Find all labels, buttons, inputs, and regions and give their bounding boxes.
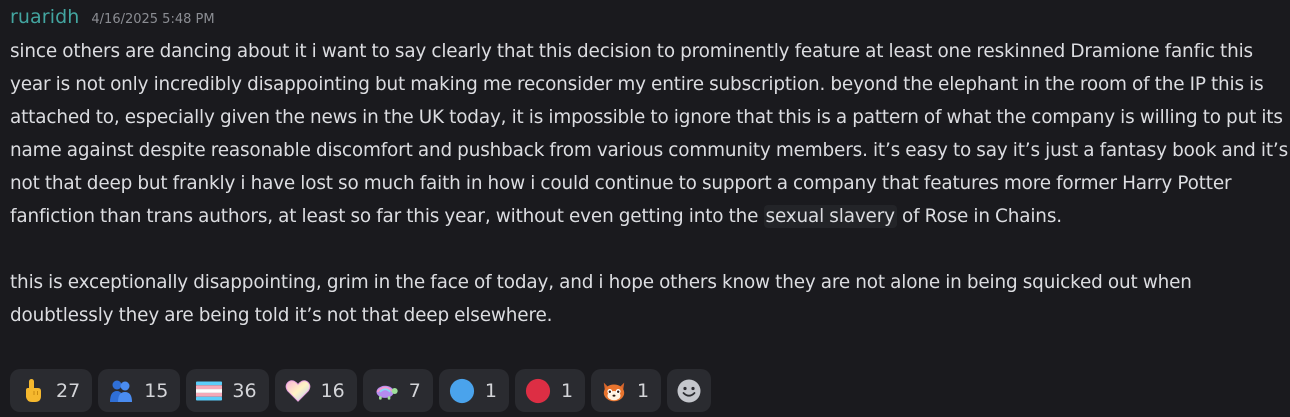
red-circle-icon: [525, 378, 551, 404]
red-panda-icon: [601, 378, 627, 404]
pointing-up-hand-icon: [20, 378, 46, 404]
reaction-pointing-up[interactable]: 27: [10, 369, 93, 412]
paragraph-text: since others are dancing about it i want…: [10, 41, 1289, 227]
people-hugging-icon: [108, 378, 134, 404]
reaction-pastel-heart[interactable]: 16: [274, 369, 357, 412]
reaction-transgender-flag[interactable]: 36: [186, 369, 269, 412]
message-header: ruaridh 4/16/2025 5:48 PM: [10, 6, 1280, 34]
reaction-red-panda[interactable]: 1: [591, 369, 662, 412]
reaction-count: 7: [408, 379, 421, 402]
blue-circle-icon: [449, 378, 475, 404]
reaction-count: 36: [232, 379, 257, 402]
message-paragraph-1: since others are dancing about it i want…: [10, 35, 1290, 233]
paragraph-text: of Rose in Chains.: [896, 206, 1062, 227]
message-paragraph-2: this is exceptionally disappointing, gri…: [10, 272, 1192, 326]
username[interactable]: ruaridh: [10, 6, 79, 28]
spoiler-text[interactable]: sexual slavery: [763, 205, 897, 228]
timestamp[interactable]: 4/16/2025 5:48 PM: [91, 12, 214, 27]
reaction-red-circle[interactable]: 1: [514, 369, 586, 412]
reaction-rainbow-turtle[interactable]: 7: [362, 369, 433, 412]
smiley-add-reaction-icon: [676, 378, 702, 404]
transgender-flag-icon: [196, 378, 223, 404]
reaction-count: 1: [637, 379, 650, 402]
add-reaction-button[interactable]: [667, 369, 712, 412]
reaction-count: 1: [484, 379, 497, 402]
chat-message: ruaridh 4/16/2025 5:48 PM since others a…: [0, 0, 1290, 417]
message-content: since others are dancing about it i want…: [10, 35, 1290, 332]
reaction-count: 16: [320, 379, 345, 402]
reaction-count: 27: [56, 379, 81, 402]
reaction-count: 1: [560, 379, 574, 402]
rainbow-turtle-icon: [373, 378, 399, 404]
reaction-blue-circle[interactable]: 1: [438, 369, 509, 412]
pastel-heart-icon: [285, 378, 311, 404]
reaction-people-hugging[interactable]: 15: [98, 369, 181, 412]
reactions-bar: 27 15 36 16 7 1 1 1: [10, 369, 712, 412]
reaction-count: 15: [144, 379, 169, 402]
